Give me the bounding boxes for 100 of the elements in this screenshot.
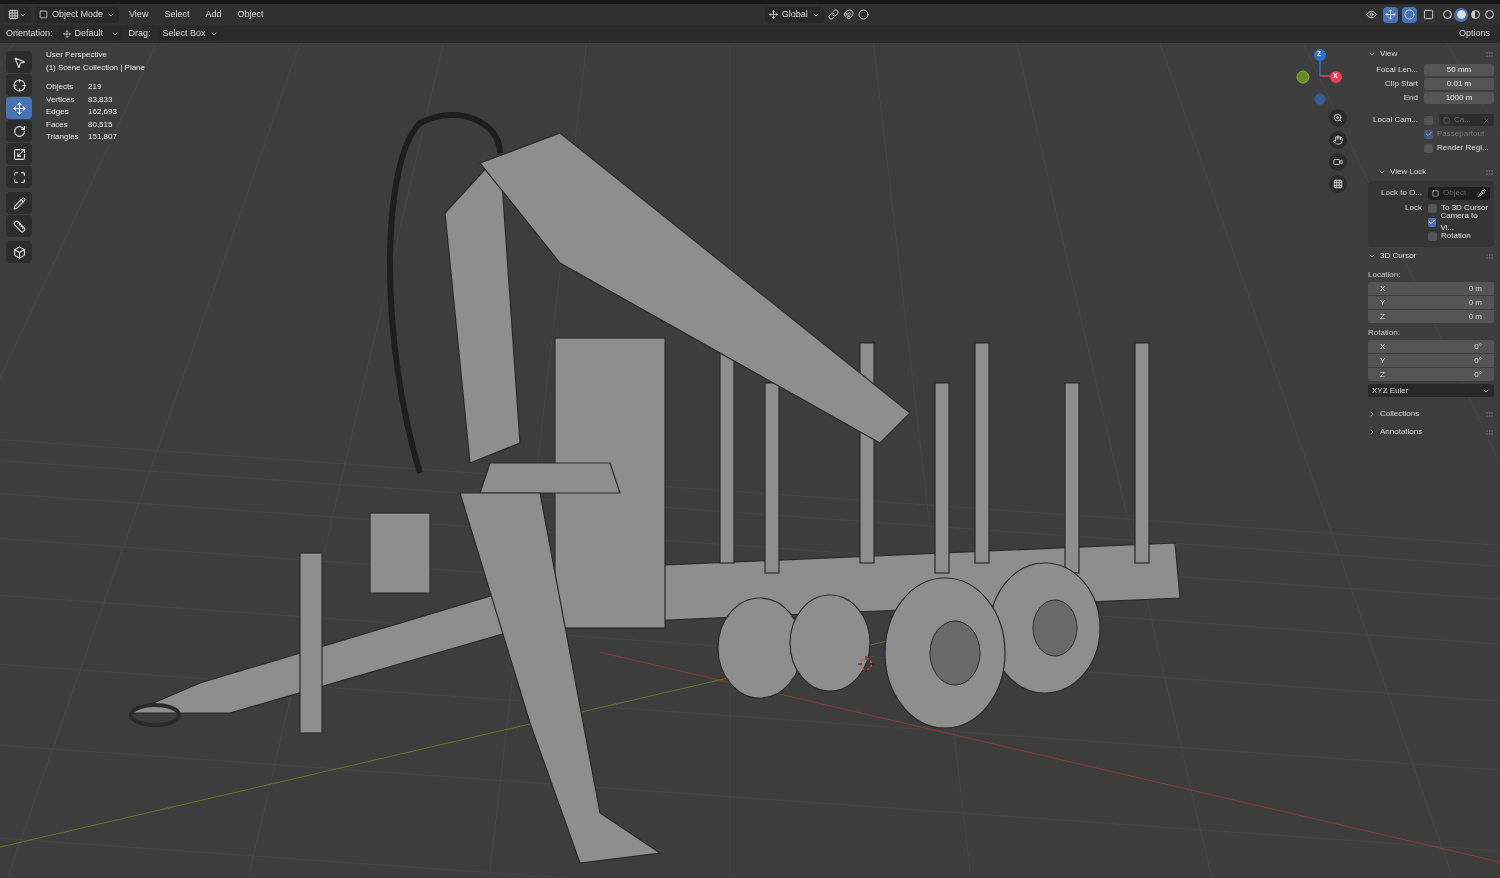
pointer-icon [12, 55, 26, 69]
hand-icon [1333, 135, 1343, 145]
vector-field[interactable]: X 0 m [1368, 282, 1494, 295]
checkbox[interactable] [1428, 231, 1437, 241]
orientation-dropdown[interactable]: Global [764, 6, 824, 23]
overlay-icon [1404, 9, 1415, 20]
cube-icon [12, 245, 26, 259]
snap-icon[interactable] [842, 9, 854, 20]
vector-field[interactable]: Y 0° [1368, 354, 1494, 367]
group-label: Rotation: [1368, 327, 1402, 339]
menu-item[interactable]: Add [199, 6, 228, 23]
close-icon [1483, 116, 1490, 124]
camera-icon [1333, 157, 1343, 167]
cube-tool[interactable] [6, 241, 32, 263]
gizmo-icon [1385, 9, 1396, 20]
object-mode-icon [39, 10, 48, 19]
checkbox-label: Render Regi... [1437, 142, 1489, 154]
pencil-tool[interactable] [6, 192, 32, 214]
grip-icon [1486, 253, 1494, 259]
menu-item[interactable]: View [123, 6, 155, 23]
vector-field[interactable]: Y 0 m [1368, 296, 1494, 309]
rotate-tool[interactable] [6, 120, 32, 142]
eye-icon [1366, 9, 1377, 20]
collection-name: (1) Scene Collection | Plane [46, 61, 146, 74]
field-label: Focal Len... [1375, 64, 1419, 76]
stat-value: 80,515 [88, 118, 114, 131]
move-arrows-tool[interactable] [6, 97, 32, 119]
grip-icon [1486, 51, 1494, 57]
stat-label: Edges [46, 106, 70, 118]
rotate-icon [12, 124, 26, 138]
menu-item[interactable]: Object [231, 6, 270, 23]
pointer-tool[interactable] [6, 51, 32, 73]
caret-icon [110, 30, 119, 38]
solid-shading-icon[interactable] [1454, 7, 1468, 22]
checkbox-label: Camera to Vi... [1440, 210, 1479, 233]
xray-icon [1423, 9, 1434, 20]
chevron-down-icon [1368, 252, 1376, 260]
rotation-mode-dropdown[interactable]: XYZ Euler [1368, 384, 1494, 397]
checkbox[interactable] [1428, 217, 1437, 227]
field-label: End [1402, 92, 1419, 104]
field-label: Lock to O... [1380, 187, 1423, 199]
grid-icon [1333, 179, 1343, 189]
gizmo-toggle[interactable] [1383, 6, 1398, 23]
grip-icon [1486, 411, 1494, 417]
transform-tool[interactable] [6, 166, 32, 188]
proportional-edit-icon[interactable] [857, 9, 869, 20]
vector-field[interactable]: X 0° [1368, 340, 1494, 353]
checkbox-label: Rotation [1441, 230, 1471, 242]
vector-field[interactable]: Z 0° [1368, 368, 1494, 381]
check-icon [1428, 218, 1437, 226]
move-arrows-icon [12, 101, 26, 115]
scale-tool[interactable] [6, 143, 32, 165]
stat-value: 151,807 [88, 131, 118, 143]
stat-value: 219 [88, 81, 103, 93]
editor-type-icon [8, 9, 19, 20]
editor-type-button[interactable] [4, 6, 31, 23]
check-icon [1424, 130, 1433, 138]
grip-icon [1486, 169, 1494, 175]
overlay-toggle[interactable] [1402, 6, 1417, 23]
crosshair-tool[interactable] [6, 74, 32, 96]
stat-label: Vertices [46, 93, 76, 106]
field-label: Clip Start [1384, 78, 1419, 90]
transform-icon [12, 170, 26, 184]
orientation-dropdown[interactable]: Default [58, 27, 123, 41]
drag-dropdown[interactable]: Select Box [156, 27, 224, 41]
hand-button[interactable] [1329, 131, 1347, 149]
checkbox[interactable] [1428, 203, 1437, 213]
caret-icon [209, 30, 218, 38]
panel-header[interactable]: View [1368, 45, 1494, 63]
vector-field[interactable]: Z 0 m [1368, 310, 1494, 323]
crosshair-icon [12, 78, 26, 92]
ruler-tool[interactable] [6, 215, 32, 237]
field-label: Lock [1404, 202, 1423, 214]
panel-header[interactable]: Annotations [1368, 423, 1494, 441]
axes-icon [62, 30, 71, 38]
orientation-label: Orientation: [6, 27, 53, 41]
stat-label: Triangles [46, 131, 80, 143]
ruler-icon [12, 219, 26, 233]
stat-value: 83,833 [88, 93, 114, 106]
chevron-right-icon [1368, 428, 1376, 436]
stat-label: Faces [46, 118, 69, 131]
mode-dropdown[interactable]: Object Mode [35, 6, 120, 23]
zoom-button[interactable] [1329, 109, 1347, 127]
panel-header[interactable]: View Lock [1368, 163, 1494, 181]
stat-value: 162,693 [88, 106, 118, 118]
axes-icon [768, 10, 778, 19]
number-field[interactable]: 50 mm [1424, 64, 1494, 76]
options-button[interactable]: Options [1454, 27, 1494, 41]
grid-button[interactable] [1329, 175, 1347, 193]
chevron-down-icon [1378, 168, 1386, 176]
menu-item[interactable]: Select [158, 6, 196, 23]
panel-header[interactable]: 3D Cursor [1368, 247, 1494, 265]
pencil-icon [12, 196, 26, 210]
number-field[interactable]: 1000 m [1424, 92, 1494, 104]
number-field[interactable]: 0.01 m [1424, 78, 1494, 90]
camera-button[interactable] [1329, 153, 1347, 171]
view-name: User Perspective [46, 49, 108, 61]
stat-label: Objects [46, 81, 75, 93]
eyedropper-icon [1478, 189, 1486, 197]
panel-header[interactable]: Collections [1368, 405, 1494, 423]
